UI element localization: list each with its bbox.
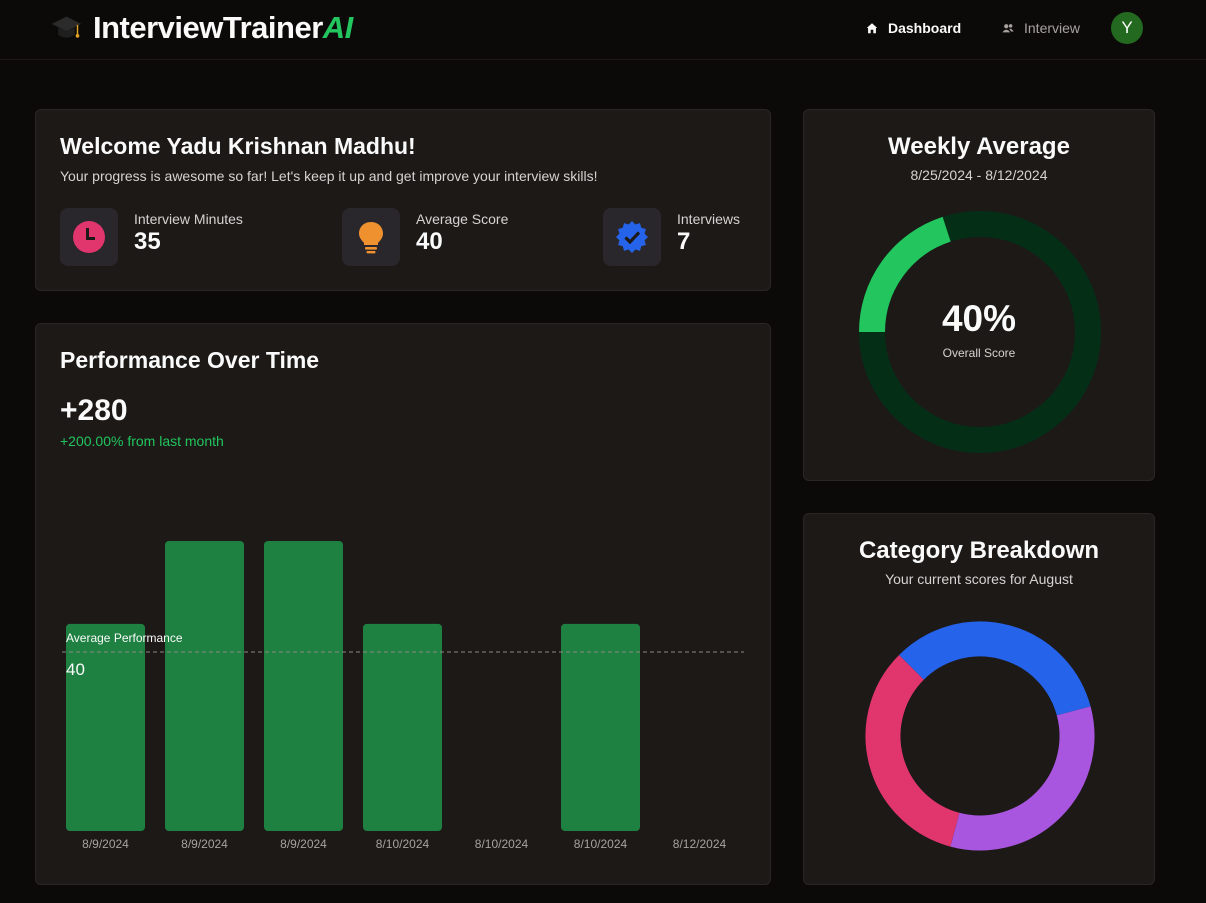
chart-x-tick-label: 8/9/2024 — [181, 837, 228, 851]
stat-value: 35 — [134, 228, 161, 255]
stat-value: 40 — [416, 228, 443, 255]
average-reference-value: 40 — [66, 660, 85, 679]
brand-name: InterviewTrainerAI — [93, 10, 353, 46]
top-navbar: InterviewTrainerAI Dashboard Interview Y — [0, 0, 1206, 60]
stat-interviews: Interviews 7 — [603, 208, 740, 266]
weekly-score-gauge — [859, 211, 1101, 453]
performance-card: Performance Over Time +280 +200.00% from… — [35, 323, 771, 885]
stat-label: Average Score — [416, 211, 509, 227]
chart-x-tick-label: 8/12/2024 — [673, 837, 727, 851]
chart-bar — [264, 541, 343, 831]
performance-bar-chart: 8/9/2024 8/9/2024 8/9/2024 8/10/2024 8/10/20… — [62, 541, 744, 851]
chart-bar — [165, 541, 244, 831]
weekly-average-card: Weekly Average 8/25/2024 - 8/12/2024 40%… — [803, 109, 1155, 481]
chart-x-tick-label: 8/9/2024 — [280, 837, 327, 851]
chart-bar — [363, 623, 442, 831]
chart-bar — [561, 623, 640, 831]
chart-x-tick-label: 8/10/2024 — [574, 837, 628, 851]
stat-label: Interview Minutes — [134, 211, 243, 227]
welcome-title: Welcome Yadu Krishnan Madhu! — [60, 133, 416, 159]
stat-interview-minutes: Interview Minutes 35 — [60, 208, 243, 266]
stat-icon-box — [342, 208, 400, 266]
welcome-subtitle: Your progress is awesome so far! Let's k… — [60, 168, 598, 184]
clock-icon — [73, 221, 105, 253]
stat-icon-box — [603, 208, 661, 266]
stat-icon-box — [60, 208, 118, 266]
brand-name-accent: AI — [322, 10, 354, 45]
donut-slice — [950, 706, 1095, 851]
stat-label: Interviews — [677, 211, 741, 227]
stat-value: 7 — [677, 228, 691, 255]
nav-interview-label: Interview — [1024, 20, 1081, 36]
chart-bar — [66, 623, 145, 831]
brand-name-main: InterviewTrainer — [93, 10, 323, 45]
weekly-score-label: Overall Score — [942, 346, 1016, 360]
welcome-card: Welcome Yadu Krishnan Madhu! Your progre… — [35, 109, 771, 291]
home-icon — [866, 23, 878, 34]
stat-average-score: Average Score 40 — [342, 208, 508, 266]
average-reference-label: Average Performance — [66, 631, 183, 645]
chart-x-tick-label: 8/9/2024 — [82, 837, 129, 851]
nav-interview-link[interactable]: Interview — [1001, 20, 1080, 36]
chart-x-tick-label: 8/10/2024 — [376, 837, 430, 851]
donut-slice — [865, 655, 960, 847]
users-icon — [1002, 24, 1014, 33]
lightbulb-icon — [359, 222, 383, 254]
graduation-cap-icon — [51, 16, 82, 38]
nav-dashboard-link[interactable]: Dashboard — [865, 20, 961, 36]
weekly-score-value: 40% — [941, 298, 1017, 339]
chart-x-tick-label: 8/10/2024 — [475, 837, 529, 851]
category-donut-chart — [865, 621, 1095, 851]
user-avatar[interactable]: Y — [1111, 12, 1143, 44]
nav-dashboard-label: Dashboard — [888, 20, 962, 36]
verified-badge-icon — [616, 221, 648, 253]
category-breakdown-card: Category Breakdown Your current scores f… — [803, 513, 1155, 885]
donut-slice — [899, 621, 1091, 716]
brand-logo[interactable]: InterviewTrainerAI — [50, 10, 353, 46]
